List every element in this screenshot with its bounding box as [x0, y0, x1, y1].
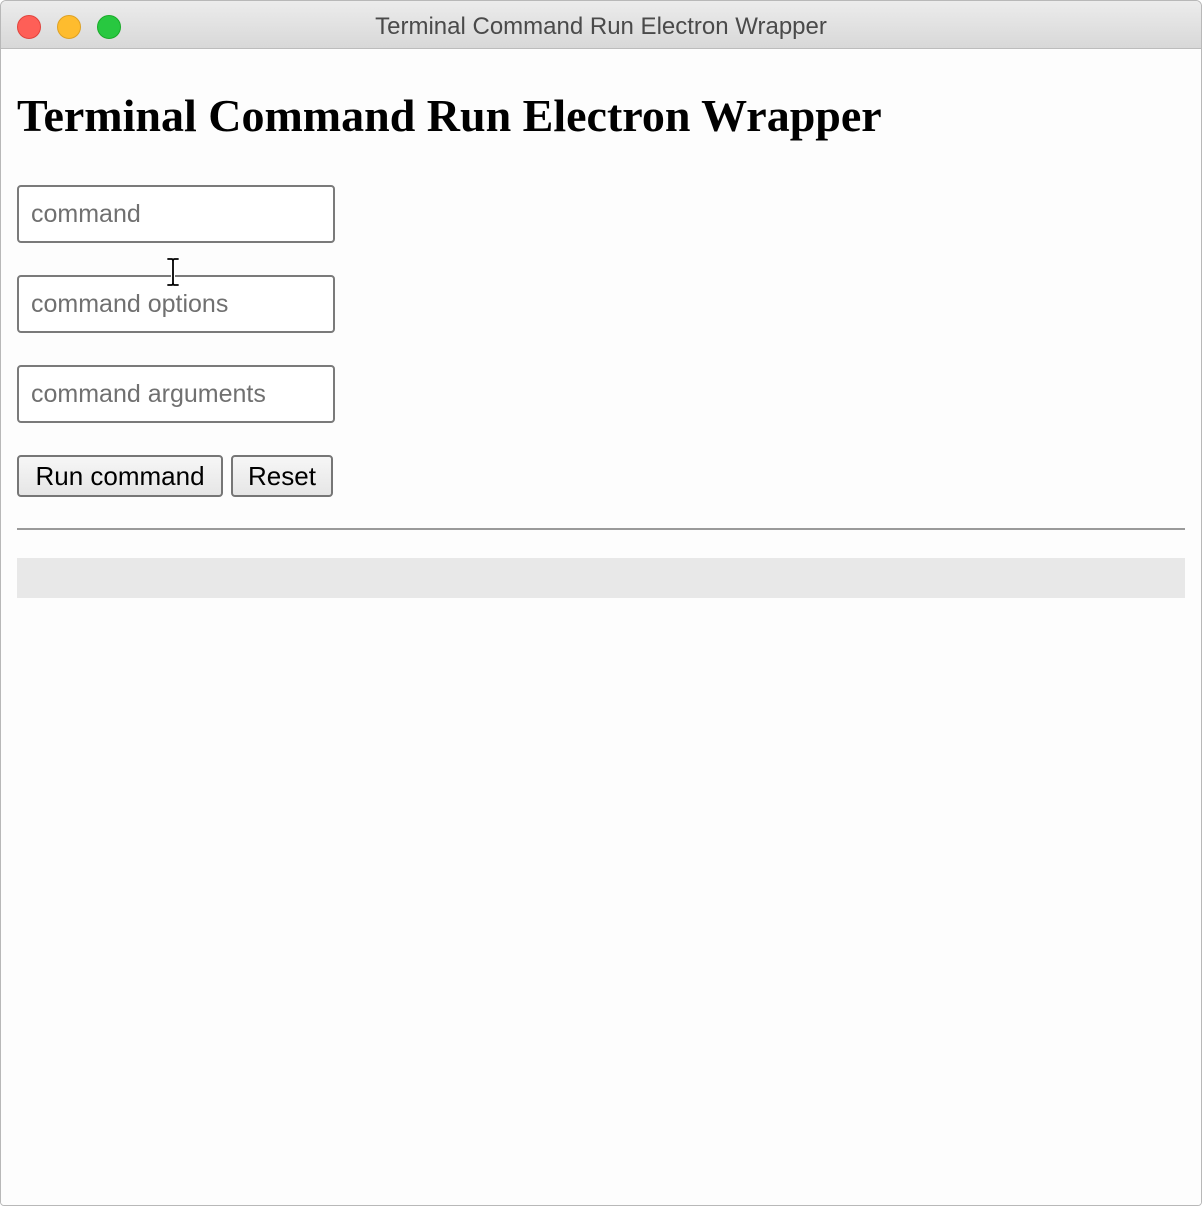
app-window: Terminal Command Run Electron Wrapper Te… [0, 0, 1202, 1206]
page-title: Terminal Command Run Electron Wrapper [17, 90, 882, 141]
command-options-input[interactable] [17, 275, 335, 333]
command-input[interactable] [17, 185, 335, 243]
run-command-button[interactable]: Run command [17, 455, 223, 497]
divider [17, 528, 1185, 530]
page-content: Terminal Command Run Electron Wrapper Ru… [1, 49, 1201, 1205]
title-bar[interactable]: Terminal Command Run Electron Wrapper [1, 1, 1201, 49]
command-arguments-input[interactable] [17, 365, 335, 423]
window-title: Terminal Command Run Electron Wrapper [375, 13, 827, 40]
reset-button[interactable]: Reset [231, 455, 333, 497]
command-output [17, 558, 1185, 598]
